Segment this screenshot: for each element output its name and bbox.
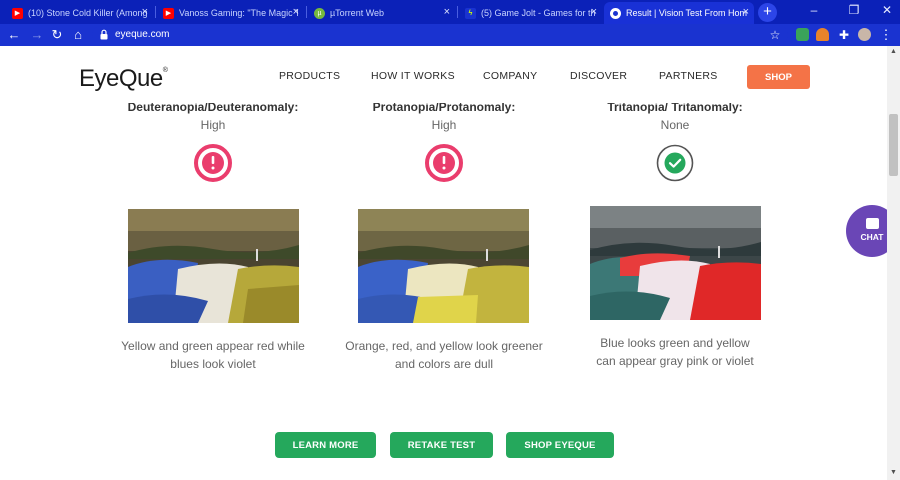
youtube-icon: ▶ bbox=[163, 7, 174, 19]
restore-icon[interactable]: ❐ bbox=[843, 3, 865, 17]
close-icon[interactable]: × bbox=[591, 6, 597, 18]
tab-separator bbox=[457, 6, 458, 18]
browser-toolbar: ← → ↻ ⌂ eyeque.com ☆ ✚ ⋮ bbox=[0, 24, 900, 46]
tab-stone-cold-killer[interactable]: ▶ (10) Stone Cold Killer (Among × bbox=[6, 2, 153, 24]
result-protanopia: Protanopia/Protanomaly: High bbox=[344, 100, 544, 132]
registered-mark: ® bbox=[162, 67, 168, 74]
utorrent-icon: µ bbox=[314, 7, 325, 19]
more-menu-icon[interactable]: ⋮ bbox=[878, 27, 894, 43]
nav-company[interactable]: COMPANY bbox=[483, 70, 537, 82]
result-severity: High bbox=[200, 118, 226, 132]
nav-products[interactable]: PRODUCTS bbox=[279, 70, 340, 82]
close-icon[interactable]: × bbox=[743, 6, 749, 18]
close-icon[interactable]: × bbox=[444, 6, 450, 18]
reload-icon[interactable]: ↻ bbox=[49, 27, 65, 43]
puzzle-icon[interactable]: ✚ bbox=[836, 27, 852, 43]
web-page: EyeQue® PRODUCTS HOW IT WORKS COMPANY DI… bbox=[0, 46, 900, 480]
lock-icon bbox=[100, 29, 108, 40]
shop-button[interactable]: SHOP bbox=[747, 65, 810, 89]
page-scrollbar[interactable]: ▲ ▼ bbox=[887, 46, 900, 480]
header-shadow-band bbox=[0, 91, 885, 103]
url-text: eyeque.com bbox=[115, 29, 170, 40]
forward-icon[interactable]: → bbox=[29, 27, 45, 43]
result-description: Yellow and green appear red while blues … bbox=[121, 339, 305, 371]
tritanopia-garden-photo bbox=[590, 206, 761, 320]
new-tab-button[interactable]: + bbox=[758, 3, 777, 22]
back-icon[interactable]: ← bbox=[6, 27, 22, 43]
result-description: Blue looks green and yellow can appear g… bbox=[596, 336, 754, 368]
scrollbar-thumb[interactable] bbox=[889, 114, 898, 176]
minimize-icon[interactable]: – bbox=[803, 3, 825, 17]
protanopia-garden-photo bbox=[358, 209, 529, 323]
tab-vanoss-gaming[interactable]: ▶ Vanoss Gaming: "The Magic Tr × bbox=[157, 2, 304, 24]
tab-game-jolt[interactable]: ϟ (5) Game Jolt - Games for the × bbox=[459, 2, 602, 24]
result-deuteranopia: Deuteranopia/Deuteranomaly: High bbox=[113, 100, 313, 132]
tab-utorrent[interactable]: µ µTorrent Web × bbox=[308, 2, 455, 24]
result-tritanopia: Tritanopia/ Tritanomaly: None bbox=[575, 100, 775, 132]
result-description: Orange, red, and yellow look greener and… bbox=[345, 339, 543, 371]
scroll-down-icon[interactable]: ▼ bbox=[887, 469, 900, 476]
avatar[interactable] bbox=[858, 28, 871, 41]
close-icon[interactable]: × bbox=[142, 6, 148, 18]
result-severity: None bbox=[660, 118, 690, 132]
eyeque-logo[interactable]: EyeQue® bbox=[79, 65, 168, 93]
deuteranopia-garden-photo bbox=[128, 209, 299, 323]
address-bar[interactable]: eyeque.com bbox=[92, 26, 788, 44]
home-icon[interactable]: ⌂ bbox=[70, 27, 86, 43]
tab-separator bbox=[306, 6, 307, 18]
close-icon[interactable]: × bbox=[293, 6, 299, 18]
browser-tab-strip: ▶ (10) Stone Cold Killer (Among × ▶ Vano… bbox=[0, 0, 900, 24]
youtube-icon: ▶ bbox=[12, 7, 23, 19]
result-severity: High bbox=[431, 118, 457, 132]
nav-how-it-works[interactable]: HOW IT WORKS bbox=[371, 70, 455, 82]
learn-more-button[interactable]: LEARN MORE bbox=[275, 432, 376, 458]
download-extension-icon[interactable] bbox=[816, 28, 829, 41]
gamejolt-icon: ϟ bbox=[465, 7, 476, 19]
bookmark-star-icon[interactable]: ☆ bbox=[767, 27, 783, 43]
shop-eyeque-button[interactable]: SHOP EYEQUE bbox=[506, 432, 614, 458]
scroll-up-icon[interactable]: ▲ bbox=[887, 48, 900, 55]
retake-test-button[interactable]: RETAKE TEST bbox=[390, 432, 493, 458]
eyeque-icon bbox=[610, 7, 621, 19]
nav-partners[interactable]: PARTNERS bbox=[659, 70, 718, 82]
warning-icon bbox=[194, 144, 232, 182]
close-window-icon[interactable]: ✕ bbox=[876, 3, 898, 17]
checkmark-icon bbox=[656, 144, 694, 182]
shield-extension-icon[interactable] bbox=[796, 28, 809, 41]
warning-icon bbox=[425, 144, 463, 182]
tab-eyeque-result[interactable]: Result | Vision Test From Hom × bbox=[604, 2, 754, 24]
nav-discover[interactable]: DISCOVER bbox=[570, 70, 627, 82]
chat-bubble-icon bbox=[866, 218, 879, 229]
tab-separator bbox=[155, 6, 156, 18]
